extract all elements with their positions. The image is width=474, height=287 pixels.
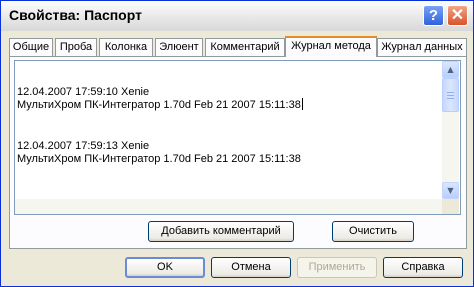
scroll-thumb[interactable]	[442, 78, 459, 112]
cancel-button[interactable]: Отмена	[211, 257, 291, 278]
tab-data-log[interactable]: Журнал данных	[377, 38, 467, 56]
clear-button[interactable]: Очистить	[332, 221, 414, 242]
properties-dialog: Свойства: Паспорт ? ✕ Общие Проба Колонк…	[0, 0, 474, 287]
grip-line	[447, 98, 454, 99]
tab-method-log[interactable]: Журнал метода	[285, 36, 377, 57]
log-entry-message: МультиХром ПК-Интегратор 1.70d Feb 21 20…	[17, 153, 301, 165]
apply-button[interactable]: Применить	[297, 257, 377, 278]
ok-button[interactable]: OK	[125, 257, 205, 278]
scroll-down-arrow-icon[interactable]: ▼	[442, 182, 459, 199]
grip-line	[447, 95, 454, 96]
add-comment-button[interactable]: Добавить комментарий	[148, 221, 294, 242]
text-caret	[301, 98, 303, 110]
tab-sample[interactable]: Проба	[55, 38, 97, 56]
log-entry-message: МультиХром ПК-Интегратор 1.70d Feb 21 20…	[17, 98, 303, 111]
scroll-up-arrow-icon[interactable]: ▲	[442, 61, 459, 78]
tab-panel-method-log: 12.04.2007 17:59:10 Xenie МультиХром ПК-…	[9, 56, 467, 249]
scrollbar-corner	[442, 199, 459, 214]
window-title: Свойства: Паспорт	[9, 7, 142, 23]
grip-line	[447, 92, 454, 93]
tab-column[interactable]: Колонка	[99, 38, 153, 56]
tab-eluent[interactable]: Элюент	[155, 38, 203, 56]
horizontal-scrollbar[interactable]	[15, 199, 442, 214]
title-bar[interactable]: Свойства: Паспорт ? ✕	[1, 1, 473, 31]
tab-comment[interactable]: Комментарий	[205, 38, 285, 56]
method-log-textarea[interactable]: 12.04.2007 17:59:10 Xenie МультиХром ПК-…	[14, 60, 461, 215]
log-entry-header: 12.04.2007 17:59:10 Xenie	[17, 86, 150, 98]
tab-general[interactable]: Общие	[9, 38, 53, 56]
close-icon[interactable]: ✕	[447, 5, 468, 26]
help-button[interactable]: Справка	[383, 257, 463, 278]
log-entry-header: 12.04.2007 17:59:13 Xenie	[17, 140, 150, 152]
vertical-scrollbar[interactable]: ▲ ▼	[442, 61, 459, 199]
help-icon[interactable]: ?	[423, 5, 444, 26]
